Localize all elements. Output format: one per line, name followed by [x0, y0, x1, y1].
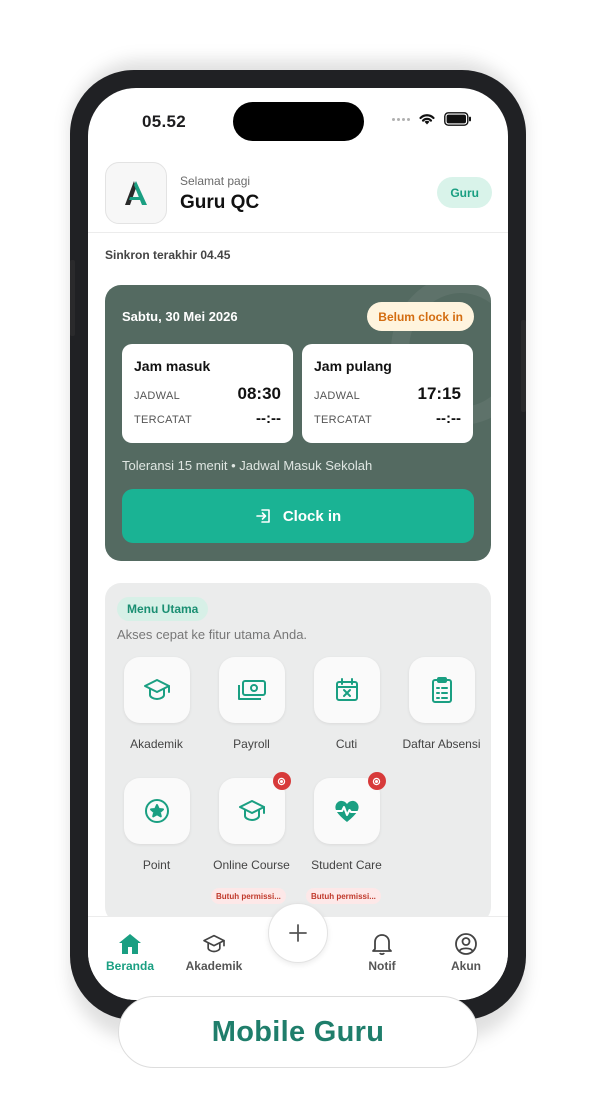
graduation-cap-icon	[203, 934, 225, 953]
login-icon	[256, 509, 270, 523]
attendance-card: Sabtu, 30 Mei 2026 Belum clock in Jam ma…	[105, 285, 491, 561]
battery-icon	[444, 112, 471, 126]
status-time: 05.52	[142, 112, 187, 131]
clock-in-label: Clock in	[282, 507, 342, 525]
menu-subtitle: Akses cepat ke fitur utama Anda.	[117, 627, 308, 642]
user-circle-icon	[455, 933, 477, 955]
check-in-schedule: 08:30	[237, 384, 281, 403]
clipboard-list-icon	[431, 677, 452, 703]
menu-icon-box	[218, 657, 285, 723]
nav-label: Akademik	[185, 959, 243, 973]
volume-button	[70, 260, 75, 336]
star-badge-icon	[144, 799, 169, 823]
menu-label: Payroll	[233, 737, 270, 751]
graduation-cap-icon	[238, 800, 265, 821]
menu-item-akademik[interactable]: Akademik	[109, 657, 204, 751]
menu-icon-box	[218, 772, 291, 844]
nav-label: Notif	[368, 959, 396, 973]
menu-label: Point	[142, 858, 171, 872]
calendar-x-icon	[335, 678, 358, 701]
caption-pill: Mobile Guru	[118, 996, 478, 1068]
nav-label: Akun	[451, 959, 481, 973]
clock-in-button[interactable]: Clock in	[122, 489, 474, 543]
greeting-text: Selamat pagi	[180, 174, 251, 188]
bottom-nav: Beranda Akademik Notif Akun	[88, 903, 508, 1000]
menu-label: Daftar Absensi	[402, 737, 481, 751]
menu-icon-box	[313, 657, 380, 723]
signal-icon	[392, 117, 410, 121]
menu-item-online-course[interactable]: Online Course	[204, 772, 299, 872]
schedule-label: JADWAL	[134, 390, 181, 402]
bell-icon	[372, 934, 392, 956]
home-icon	[119, 934, 141, 954]
power-button	[521, 320, 526, 412]
dynamic-island	[233, 102, 364, 141]
menu-label: Student Care	[311, 858, 382, 872]
header-divider	[88, 232, 508, 233]
menu-badge: Menu Utama	[117, 597, 209, 621]
tolerance-text: Toleransi 15 menit • Jadwal Masuk Sekola…	[122, 458, 373, 473]
menu-label: Cuti	[335, 737, 358, 751]
check-out-schedule: 17:15	[417, 384, 461, 403]
schedule-label: JADWAL	[314, 390, 361, 402]
graduation-cap-icon	[143, 679, 170, 700]
locked-badge	[272, 772, 291, 790]
caption-text: Mobile Guru	[211, 1015, 385, 1048]
menu-icon-box	[313, 772, 386, 844]
menu-item-cuti[interactable]: Cuti	[299, 657, 394, 751]
nav-akademik[interactable]: Akademik	[174, 931, 254, 973]
permission-tag: Butuh permissi...	[211, 888, 286, 904]
status-icons	[392, 112, 472, 126]
nav-beranda[interactable]: Beranda	[90, 931, 170, 973]
attendance-date: Sabtu, 30 Mei 2026	[122, 309, 238, 324]
menu-icon-box	[123, 657, 190, 723]
menu-icon-box	[123, 778, 190, 844]
menu-icon-box	[408, 657, 475, 723]
user-name: Guru QC	[180, 192, 260, 213]
logo-icon	[125, 181, 147, 205]
nav-label: Beranda	[105, 959, 155, 973]
nav-notif[interactable]: Notif	[342, 931, 422, 973]
check-in-box: Jam masuk JADWAL 08:30 TERCATAT --:--	[122, 344, 293, 443]
lock-icon	[277, 777, 286, 785]
permission-tag: Butuh permissi...	[306, 888, 381, 904]
menu-item-student-care[interactable]: Student Care	[299, 772, 394, 872]
check-out-box: Jam pulang JADWAL 17:15 TERCATAT --:--	[302, 344, 473, 443]
recorded-label: TERCATAT	[314, 414, 373, 426]
plus-icon	[289, 924, 307, 942]
check-in-recorded: --:--	[256, 410, 281, 427]
check-out-recorded: --:--	[436, 410, 461, 427]
clock-status-badge: Belum clock in	[367, 302, 474, 331]
wifi-icon	[419, 114, 435, 125]
add-button[interactable]	[268, 903, 328, 963]
header: Selamat pagi Guru QC Guru	[88, 160, 508, 232]
heart-pulse-icon	[334, 800, 359, 822]
school-logo[interactable]	[105, 162, 167, 224]
sync-status: Sinkron terakhir 04.45	[105, 248, 231, 262]
menu-label: Online Course	[213, 858, 290, 872]
menu-item-payroll[interactable]: Payroll	[204, 657, 299, 751]
locked-badge	[367, 772, 386, 790]
menu-item-point[interactable]: Point	[109, 778, 204, 872]
main-menu-card: Menu Utama Akses cepat ke fitur utama An…	[105, 583, 491, 923]
check-out-title: Jam pulang	[314, 358, 392, 374]
menu-label: Akademik	[130, 737, 183, 751]
lock-icon	[372, 777, 381, 785]
money-icon	[237, 680, 266, 700]
role-badge: Guru	[437, 177, 492, 208]
menu-item-daftar-absensi[interactable]: Daftar Absensi	[394, 657, 489, 751]
phone-screen: 05.52 Selamat pagi Guru QC Guru Sinkron …	[88, 88, 508, 1000]
check-in-title: Jam masuk	[134, 358, 211, 374]
nav-akun[interactable]: Akun	[426, 931, 506, 973]
recorded-label: TERCATAT	[134, 414, 193, 426]
